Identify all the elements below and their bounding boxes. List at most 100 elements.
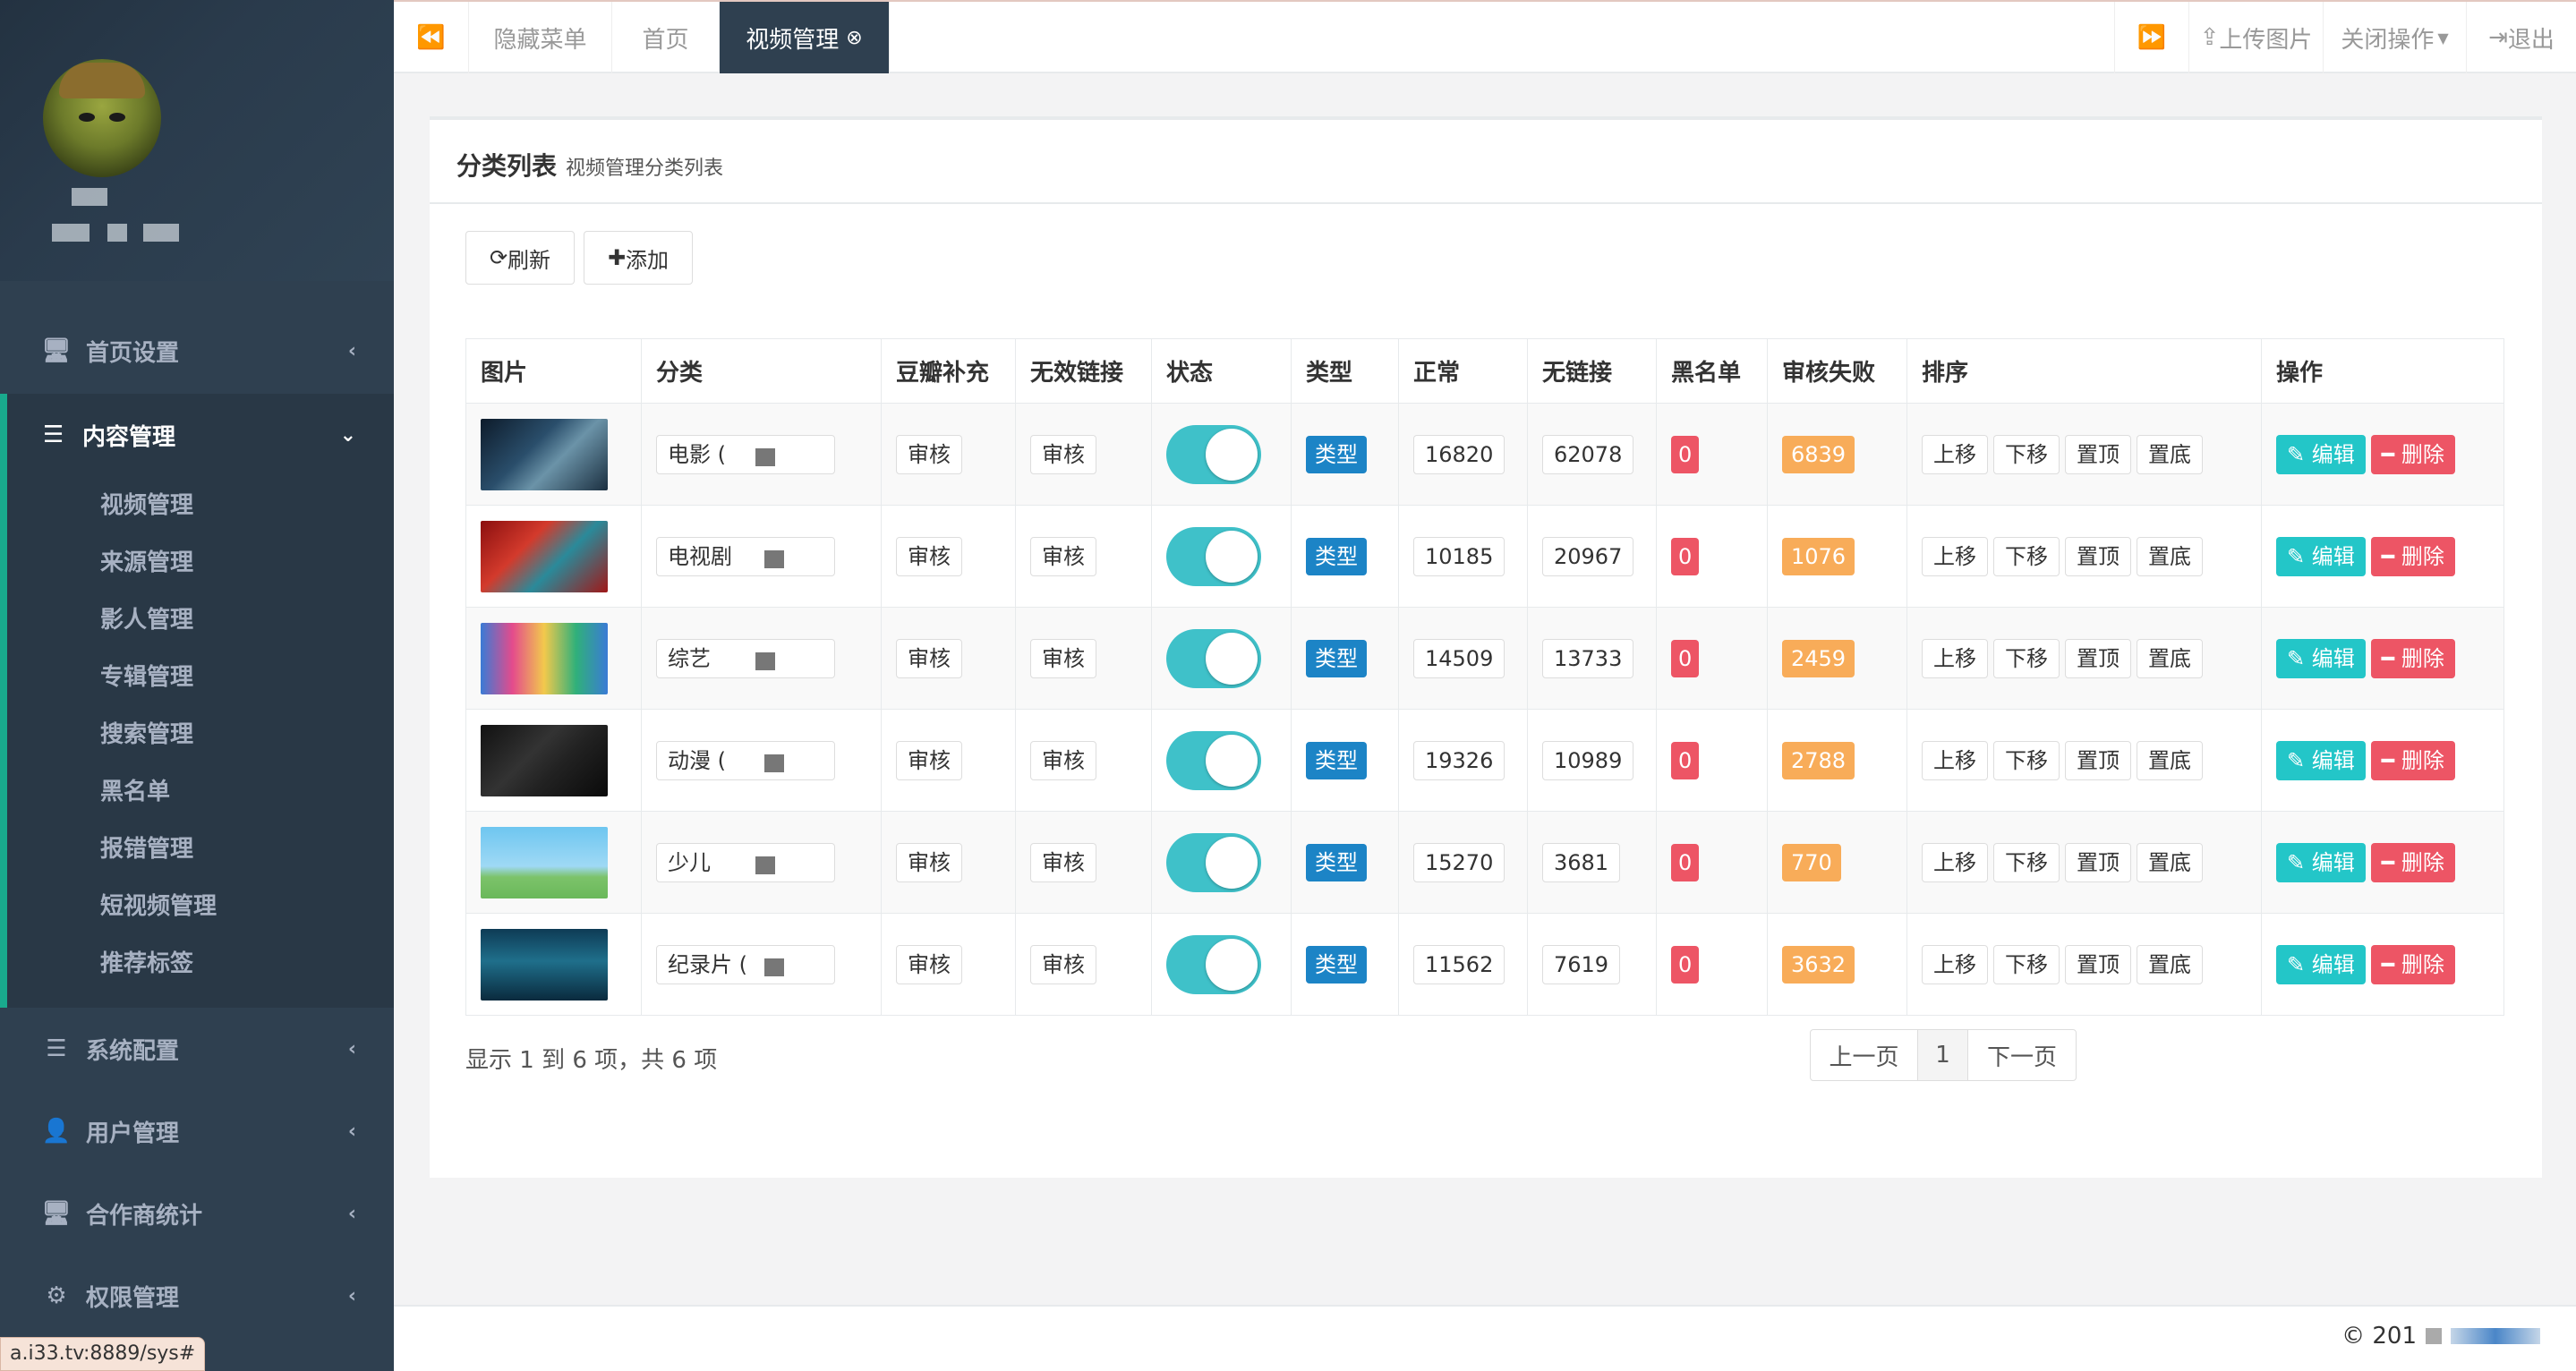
upload-image-button[interactable]: ⇪ 上传图片 [2189, 2, 2324, 73]
sort-button[interactable]: 置底 [2137, 740, 2203, 780]
edit-button[interactable]: ✎ 编辑 [2276, 842, 2366, 882]
douban-audit-button[interactable]: 审核 [896, 536, 962, 576]
audit-fail-badge[interactable]: 6839 [1782, 435, 1855, 473]
edit-button[interactable]: ✎ 编辑 [2276, 536, 2366, 576]
add-button[interactable]: ✚ 添加 [584, 231, 693, 285]
nav-partner-stats[interactable]: 🖥 合作商统计 ‹ [0, 1172, 394, 1255]
tab-scroll-left-button[interactable]: ⏪ [394, 2, 469, 73]
thumb-variety-icon[interactable] [481, 622, 608, 694]
sort-button[interactable]: 上移 [1922, 944, 1988, 984]
nolink-count[interactable]: 3681 [1542, 842, 1621, 882]
audit-fail-badge[interactable]: 3632 [1782, 945, 1855, 984]
sort-button[interactable]: 上移 [1922, 434, 1988, 474]
edit-button[interactable]: ✎ 编辑 [2276, 434, 2366, 474]
col-blacklist[interactable]: 黑名单 [1656, 338, 1768, 404]
type-button[interactable]: 类型 [1306, 741, 1367, 779]
normal-count[interactable]: 14509 [1413, 638, 1506, 678]
sort-button[interactable]: 上移 [1922, 638, 1988, 678]
sort-button[interactable]: 下移 [1993, 536, 2060, 576]
type-button[interactable]: 类型 [1306, 639, 1367, 677]
col-douban[interactable]: 豆瓣补充 [881, 338, 1016, 404]
sidebar-item-tags[interactable]: 推荐标签 [100, 945, 193, 978]
sort-button[interactable]: 上移 [1922, 842, 1988, 882]
status-toggle[interactable] [1166, 526, 1261, 586]
nav-user-management[interactable]: 👤 用户管理 ‹ [0, 1090, 394, 1172]
sidebar-item-source[interactable]: 来源管理 [100, 544, 193, 577]
audit-fail-badge[interactable]: 770 [1782, 843, 1841, 881]
col-category[interactable]: 分类 [641, 338, 882, 404]
delete-button[interactable]: ━ 删除 [2370, 638, 2455, 678]
sort-button[interactable]: 下移 [1993, 740, 2060, 780]
category-input[interactable]: 纪录片 ( [656, 944, 835, 984]
sort-button[interactable]: 下移 [1993, 842, 2060, 882]
category-input[interactable]: 电视剧 [656, 536, 835, 576]
col-actions[interactable]: 操作 [2261, 338, 2504, 404]
status-toggle[interactable] [1166, 628, 1261, 688]
col-sort[interactable]: 排序 [1906, 338, 2262, 404]
douban-audit-button[interactable]: 审核 [896, 944, 962, 984]
sidebar-item-people[interactable]: 影人管理 [100, 601, 193, 634]
blacklist-count-badge[interactable]: 0 [1671, 639, 1700, 677]
col-type[interactable]: 类型 [1291, 338, 1399, 404]
delete-button[interactable]: ━ 删除 [2370, 536, 2455, 576]
sort-button[interactable]: 置顶 [2065, 944, 2131, 984]
sort-button[interactable]: 置顶 [2065, 740, 2131, 780]
nolink-count[interactable]: 62078 [1542, 434, 1634, 474]
category-input[interactable]: 综艺 [656, 638, 835, 678]
sidebar-item-short-video[interactable]: 短视频管理 [100, 888, 217, 921]
nolink-count[interactable]: 7619 [1542, 944, 1621, 984]
invalid-link-audit-button[interactable]: 审核 [1030, 638, 1096, 678]
nolink-count[interactable]: 20967 [1542, 536, 1634, 576]
thumb-doc-icon[interactable] [481, 928, 608, 1001]
sort-button[interactable]: 置顶 [2065, 434, 2131, 474]
tab-scroll-right-button[interactable]: ⏩ [2114, 2, 2189, 73]
blacklist-count-badge[interactable]: 0 [1671, 537, 1700, 575]
nolink-count[interactable]: 10989 [1542, 740, 1634, 780]
nav-home-settings[interactable]: 🖥 首页设置 ‹ [0, 310, 394, 392]
nav-system-config[interactable]: ☰ 系统配置 ‹ [0, 1008, 394, 1090]
sort-button[interactable]: 置底 [2137, 536, 2203, 576]
type-button[interactable]: 类型 [1306, 537, 1367, 575]
nav-permissions[interactable]: ⚙ 权限管理 ‹ [0, 1255, 394, 1337]
close-ops-dropdown[interactable]: 关闭操作 ▼ [2324, 2, 2467, 73]
sort-button[interactable]: 下移 [1993, 638, 2060, 678]
tab-hide-menu[interactable]: 隐藏菜单 [469, 2, 612, 73]
sidebar-item-album[interactable]: 专辑管理 [100, 659, 193, 692]
invalid-link-audit-button[interactable]: 审核 [1030, 740, 1096, 780]
prev-page-button[interactable]: 上一页 [1811, 1030, 1918, 1080]
sort-button[interactable]: 置底 [2137, 638, 2203, 678]
edit-button[interactable]: ✎ 编辑 [2276, 638, 2366, 678]
edit-button[interactable]: ✎ 编辑 [2276, 740, 2366, 780]
sidebar-item-search[interactable]: 搜索管理 [100, 716, 193, 749]
sort-button[interactable]: 下移 [1993, 434, 2060, 474]
col-invalid-link[interactable]: 无效链接 [1015, 338, 1152, 404]
delete-button[interactable]: ━ 删除 [2370, 842, 2455, 882]
sort-button[interactable]: 置底 [2137, 434, 2203, 474]
blacklist-count-badge[interactable]: 0 [1671, 435, 1700, 473]
sort-button[interactable]: 置底 [2137, 944, 2203, 984]
refresh-button[interactable]: ⟳ 刷新 [465, 231, 575, 285]
delete-button[interactable]: ━ 删除 [2370, 944, 2455, 984]
invalid-link-audit-button[interactable]: 审核 [1030, 434, 1096, 474]
tab-home[interactable]: 首页 [612, 2, 720, 73]
sidebar-item-errors[interactable]: 报错管理 [100, 830, 193, 864]
douban-audit-button[interactable]: 审核 [896, 434, 962, 474]
delete-button[interactable]: ━ 删除 [2370, 740, 2455, 780]
nav-content-head[interactable]: ☰ 内容管理 ⌄ [0, 394, 394, 476]
thumb-anime-icon[interactable] [481, 724, 608, 796]
sort-button[interactable]: 置顶 [2065, 638, 2131, 678]
douban-audit-button[interactable]: 审核 [896, 740, 962, 780]
type-button[interactable]: 类型 [1306, 843, 1367, 881]
page-1-button[interactable]: 1 [1918, 1030, 1968, 1080]
status-toggle[interactable] [1166, 424, 1261, 484]
logout-button[interactable]: ⇥ 退出 [2467, 2, 2576, 73]
douban-audit-button[interactable]: 审核 [896, 842, 962, 882]
tab-video-management[interactable]: 视频管理 ⊗ [720, 2, 890, 73]
blacklist-count-badge[interactable]: 0 [1671, 741, 1700, 779]
thumb-kids-icon[interactable] [481, 826, 608, 898]
blacklist-count-badge[interactable]: 0 [1671, 843, 1700, 881]
sort-button[interactable]: 下移 [1993, 944, 2060, 984]
sort-button[interactable]: 上移 [1922, 536, 1988, 576]
next-page-button[interactable]: 下一页 [1968, 1030, 2076, 1080]
douban-audit-button[interactable]: 审核 [896, 638, 962, 678]
